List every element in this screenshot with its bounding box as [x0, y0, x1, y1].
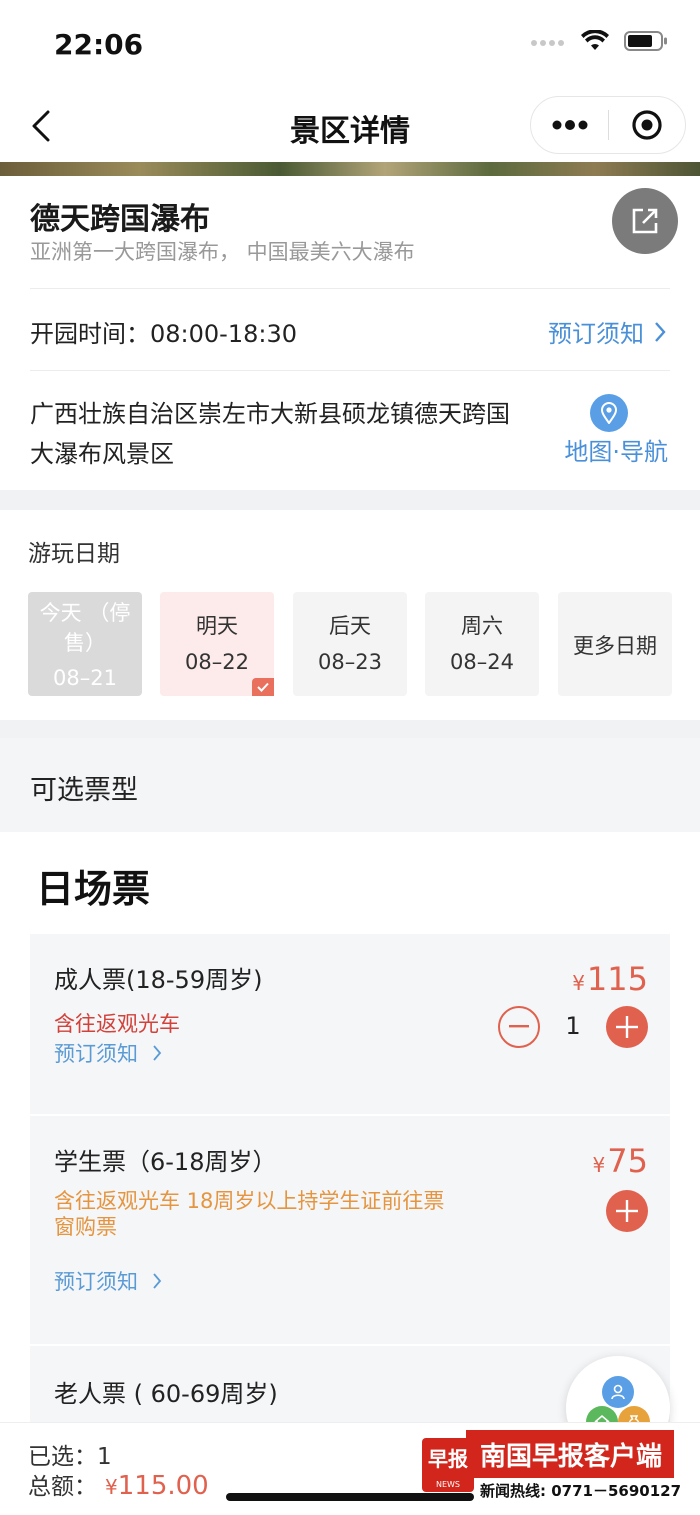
ticket-notice-link[interactable]: 预订须知 [54, 1038, 162, 1068]
plus-icon [616, 1200, 638, 1222]
selected-count-line: 已选：1 [28, 1444, 112, 1470]
newspaper-logo: 早报 NEWS [422, 1438, 474, 1492]
spot-address: 广西壮族自治区崇左市大新县硕龙镇德天跨国大瀑布风景区 [30, 400, 510, 468]
more-dots-icon [552, 120, 587, 130]
day-ticket-title: 日场票 [36, 867, 151, 911]
banner-image [0, 162, 700, 176]
spot-info-card: 德天跨国瀑布 亚洲第一大跨国瀑布， 中国最美六大瀑布 开园时间：08:00-18… [0, 176, 700, 490]
ticket-card-adult: 成人票(18-59周岁) 含往返观光车 预订须知 ¥115 1 [30, 934, 670, 1114]
more-button[interactable] [531, 96, 608, 154]
ticket-type-label: 可选票型 [30, 775, 138, 806]
more-dates-button[interactable]: 更多日期 [558, 592, 672, 696]
ticket-desc: 含往返观光车 18周岁以上持学生证前往票窗购票 [54, 1189, 445, 1239]
date-option-day-after[interactable]: 后天 08–23 [293, 592, 407, 696]
ticket-name: 成人票(18-59周岁) [54, 966, 263, 994]
total-amount-line: 总额： ¥115.00 [28, 1471, 209, 1501]
quantity-value: 1 [565, 1012, 581, 1040]
minus-icon [509, 1025, 529, 1028]
watermark-hotline: 新闻热线: 0771－5690127 [480, 1482, 682, 1500]
ticket-price: ¥75 [592, 1142, 648, 1180]
spot-name: 德天跨国瀑布 [30, 202, 210, 237]
status-bar: 22:06 [0, 0, 700, 90]
total-amount: ¥115.00 [105, 1471, 209, 1501]
watermark-brand: 南国早报客户端 [480, 1442, 663, 1472]
ticket-notice-link[interactable]: 预订须知 [54, 1266, 162, 1296]
ticket-type-header: 可选票型 [0, 738, 700, 832]
ticket-card-student: 学生票（6-18周岁） 含往返观光车 18周岁以上持学生证前往票窗购票 预订须知… [30, 1116, 670, 1344]
ticket-price: ¥115 [572, 960, 648, 998]
share-icon [632, 208, 658, 234]
opening-hours: 开园时间：08:00-18:30 [30, 320, 297, 348]
wifi-icon [580, 29, 610, 56]
ticket-name: 学生票（6-18周岁） [54, 1148, 277, 1176]
news-watermark: 早报 NEWS 南国早报客户端 新闻热线: 0771－5690127 [422, 1430, 681, 1502]
date-option-saturday[interactable]: 周六 08–24 [425, 592, 539, 696]
location-pin-icon[interactable] [590, 394, 628, 432]
spot-subtitle: 亚洲第一大跨国瀑布， 中国最美六大瀑布 [30, 240, 415, 264]
increase-quantity-button[interactable] [606, 1006, 648, 1048]
user-icon [602, 1376, 634, 1408]
date-picker-section: 游玩日期 今天 （停售） 08–21 明天 08–22 后天 08–23 周六 … [0, 510, 700, 720]
signal-icon [530, 34, 566, 53]
miniprogram-capsule [530, 96, 686, 154]
chevron-right-icon [655, 321, 666, 342]
decrease-quantity-button[interactable] [498, 1006, 540, 1048]
plus-icon [616, 1016, 638, 1038]
map-navigation-link[interactable]: 地图·导航 [564, 432, 668, 467]
date-picker-title: 游玩日期 [28, 541, 120, 567]
close-miniprogram-button[interactable] [609, 96, 685, 154]
nav-bar: 景区详情 [0, 90, 700, 162]
selected-check-icon [252, 678, 274, 696]
chevron-right-icon [153, 1045, 162, 1061]
status-time: 22:06 [54, 28, 144, 61]
ticket-desc: 含往返观光车 [54, 1012, 180, 1036]
date-option-today[interactable]: 今天 （停售） 08–21 [28, 592, 142, 696]
ticket-name: 老人票 ( 60-69周岁) [54, 1380, 278, 1408]
share-button[interactable] [612, 188, 678, 254]
target-close-icon [632, 110, 662, 140]
increase-quantity-button[interactable] [606, 1190, 648, 1232]
booking-notice-link[interactable]: 预订须知 [548, 314, 666, 349]
date-option-tomorrow[interactable]: 明天 08–22 [160, 592, 274, 696]
battery-icon [624, 30, 668, 56]
chevron-right-icon [153, 1273, 162, 1289]
